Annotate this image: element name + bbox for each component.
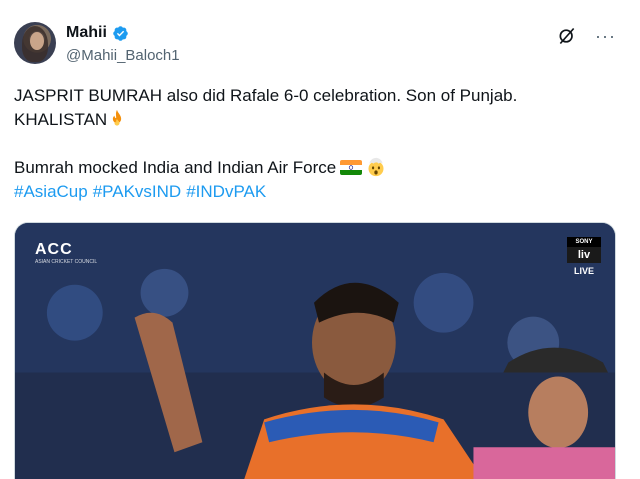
avatar-face <box>30 32 44 50</box>
tweet-body: JASPRIT BUMRAH also did Rafale 6-0 celeb… <box>14 84 614 204</box>
tweet-line-3-text: Bumrah mocked India and Indian Air Force <box>14 158 337 177</box>
tweet-line-1: JASPRIT BUMRAH also did Rafale 6-0 celeb… <box>14 86 518 105</box>
sony-label: SONY <box>567 237 601 247</box>
avatar[interactable] <box>14 22 56 64</box>
hashtag-row: #AsiaCup #PAKvsIND #INDvPAK <box>14 180 614 204</box>
exploding-head-emoji <box>368 157 384 177</box>
hashtag-link[interactable]: #AsiaCup <box>14 182 88 201</box>
sony-liv-logo: SONY liv LIVE <box>567 237 601 276</box>
tweet-line-2: KHALISTAN <box>14 108 614 132</box>
fire-emoji <box>113 109 122 126</box>
hashtag-link[interactable]: #PAKvsIND <box>93 182 182 201</box>
liv-label: liv <box>567 247 601 263</box>
author-name-row: Mahii <box>66 24 129 42</box>
display-name[interactable]: Mahii <box>66 24 107 42</box>
acc-logo: ACC ASIAN CRICKET COUNCIL <box>35 241 97 265</box>
verified-badge-icon <box>113 25 128 41</box>
live-label: LIVE <box>573 266 594 276</box>
india-flag-emoji <box>340 160 363 175</box>
tweet-line-3: Bumrah mocked India and Indian Air Force <box>14 156 614 180</box>
tweet-media-video[interactable]: ACC ASIAN CRICKET COUNCIL SONY liv LIVE <box>14 222 616 479</box>
tweet-actions-top: ··· <box>557 26 616 46</box>
author-handle[interactable]: @Mahii_Baloch1 <box>66 47 180 64</box>
acc-logo-text: ACC <box>35 241 73 258</box>
tweet-line-2-text: KHALISTAN <box>14 110 108 129</box>
acc-logo-subtext: ASIAN CRICKET COUNCIL <box>35 259 98 265</box>
more-options-icon[interactable]: ··· <box>595 27 616 45</box>
grok-icon[interactable] <box>557 26 577 46</box>
video-frame <box>15 223 615 479</box>
hashtag-link[interactable]: #INDvPAK <box>186 182 266 201</box>
